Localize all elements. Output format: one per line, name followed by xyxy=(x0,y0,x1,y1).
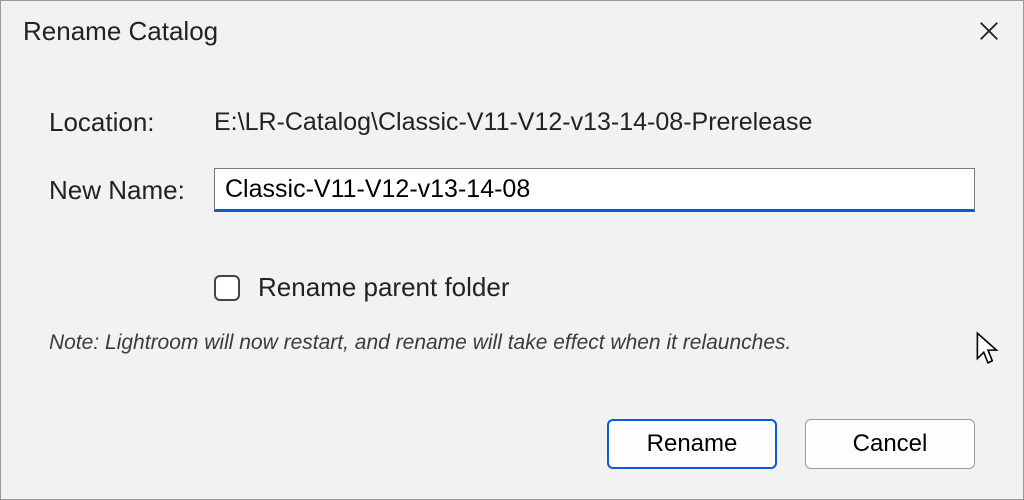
newname-label: New Name: xyxy=(49,175,214,206)
rename-parent-row: Rename parent folder xyxy=(214,272,975,303)
restart-note: Note: Lightroom will now restart, and re… xyxy=(49,331,975,355)
newname-input[interactable] xyxy=(214,168,975,212)
cancel-button[interactable]: Cancel xyxy=(805,419,975,469)
rename-button[interactable]: Rename xyxy=(607,419,777,469)
location-label: Location: xyxy=(49,107,214,138)
rename-catalog-dialog: Rename Catalog Location: E:\LR-Catalog\C… xyxy=(0,0,1024,500)
titlebar: Rename Catalog xyxy=(1,1,1023,57)
rename-parent-checkbox[interactable] xyxy=(214,275,240,301)
location-row: Location: E:\LR-Catalog\Classic-V11-V12-… xyxy=(49,107,975,138)
close-button[interactable] xyxy=(967,9,1011,53)
dialog-body: Location: E:\LR-Catalog\Classic-V11-V12-… xyxy=(1,57,1023,355)
dialog-buttons: Rename Cancel xyxy=(607,419,975,469)
close-icon xyxy=(978,20,1000,42)
newname-row: New Name: xyxy=(49,168,975,212)
rename-parent-label: Rename parent folder xyxy=(258,272,509,303)
location-value: E:\LR-Catalog\Classic-V11-V12-v13-14-08-… xyxy=(214,108,812,137)
dialog-title: Rename Catalog xyxy=(23,16,218,47)
